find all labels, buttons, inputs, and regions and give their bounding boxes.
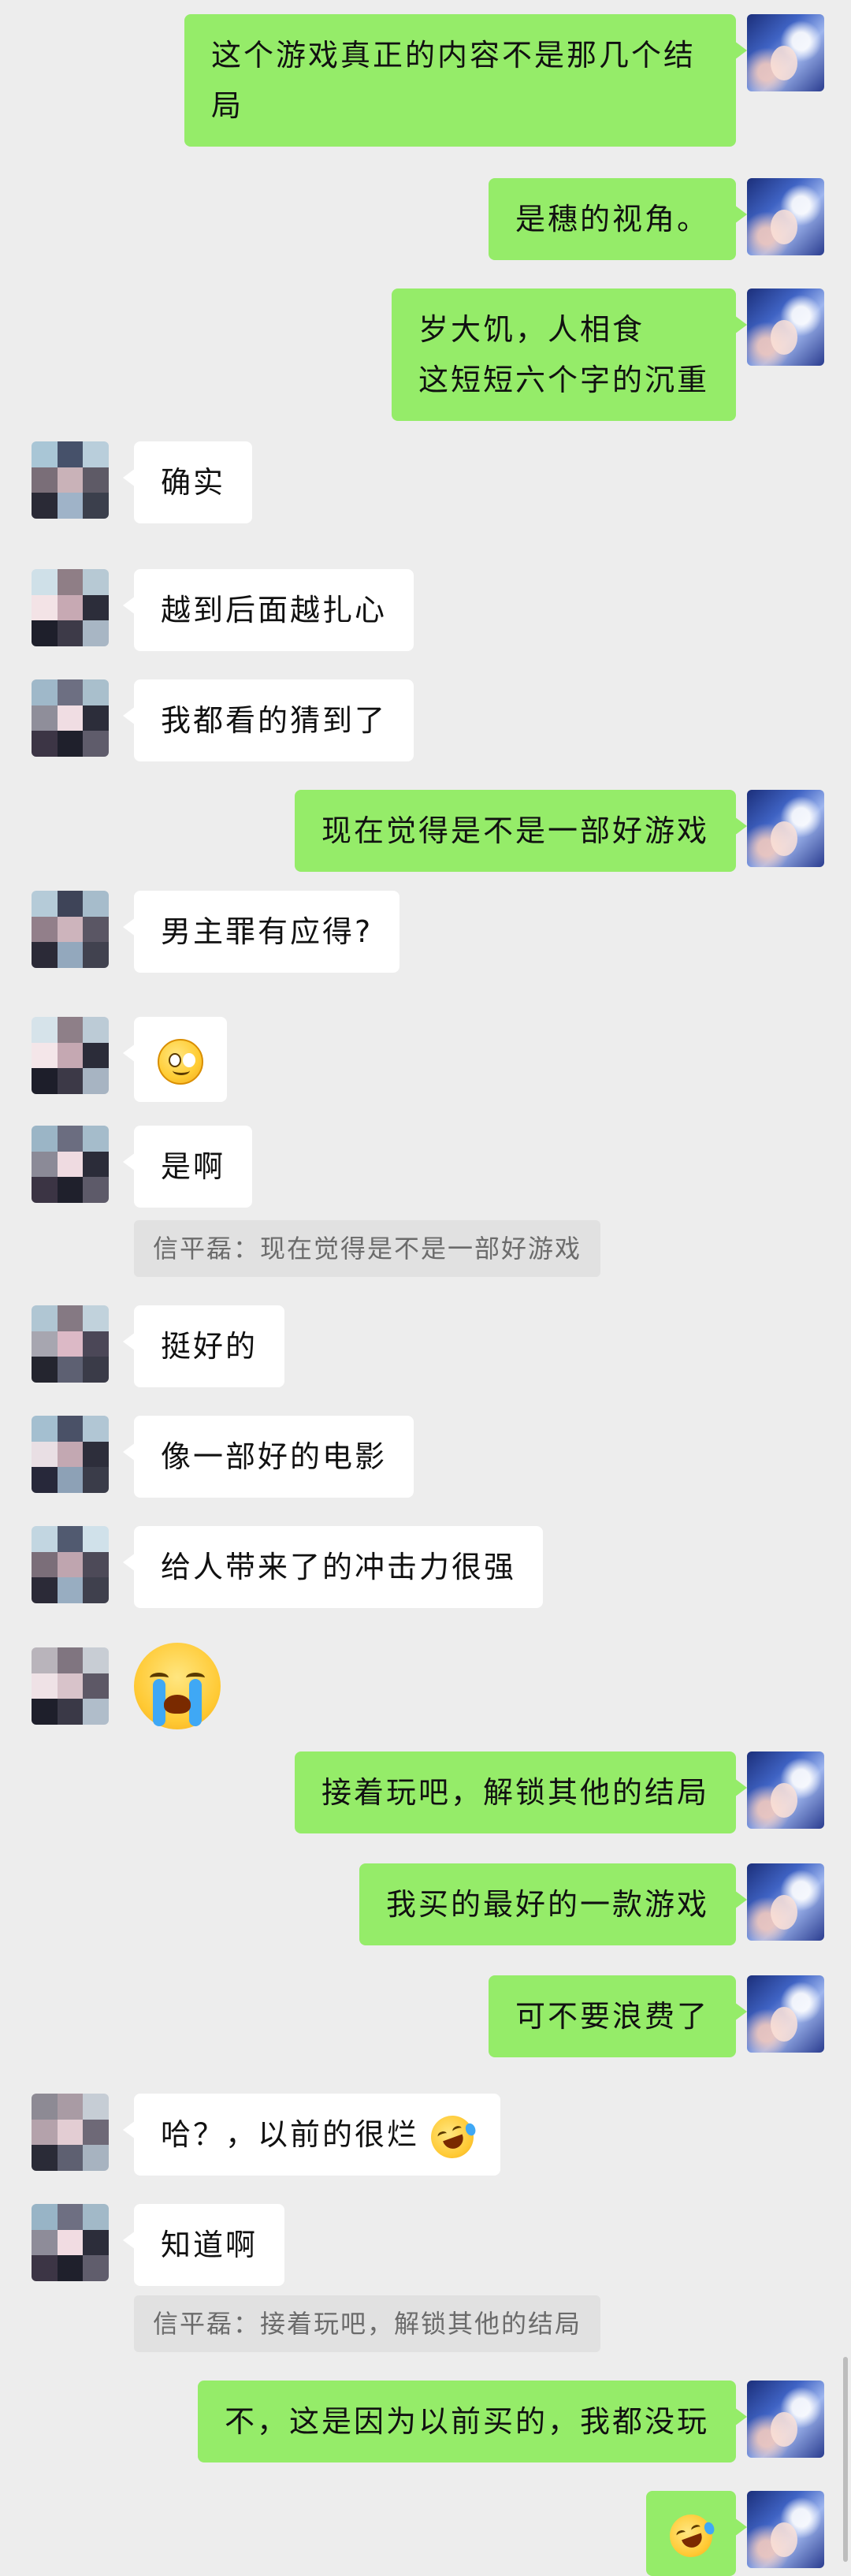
message-bubble-contact[interactable]: 给人带来了的冲击力很强 — [122, 1526, 544, 1608]
contact-avatar[interactable] — [32, 2094, 109, 2171]
contact-avatar[interactable] — [32, 1647, 109, 1725]
own-avatar[interactable] — [747, 1863, 824, 1941]
message-text: 给人带来了的冲击力很强 — [161, 1550, 517, 1584]
message-text: 这个游戏真正的内容不是那几个结局 — [211, 38, 697, 123]
own-avatar[interactable] — [747, 2491, 824, 2568]
message-bubble-contact[interactable]: 知道啊 — [122, 2204, 285, 2286]
quoted-message[interactable]: 信平磊：现在觉得是不是一部好游戏 — [134, 1220, 601, 1277]
message-text: 是穗的视角。 — [515, 202, 709, 236]
message-bubble-contact[interactable]: 是啊 — [122, 1126, 253, 1208]
message-bubble-own[interactable]: 可不要浪费了 — [488, 1975, 748, 2057]
message-bubble-contact[interactable]: 男主罪有应得? — [122, 891, 400, 973]
message-text: 挺好的 — [161, 1329, 258, 1364]
message-text-line: 岁大饥，人相食 — [418, 312, 645, 347]
own-avatar[interactable] — [747, 178, 824, 255]
own-avatar[interactable] — [747, 2381, 824, 2458]
laugh-cry-emoji-icon — [663, 2507, 719, 2563]
contact-avatar[interactable] — [32, 1416, 109, 1493]
message-text: 像一部好的电影 — [161, 1439, 388, 1474]
crying-emoji-icon — [134, 1643, 221, 1729]
message-bubble-own[interactable]: 我买的最好的一款游戏 — [359, 1863, 748, 1945]
message-bubble-own[interactable]: 现在觉得是不是一部好游戏 — [294, 790, 748, 872]
message-bubble-own[interactable] — [646, 2491, 747, 2576]
message-text: 哈？，以前的很烂 — [161, 2117, 420, 2152]
message-text-line: 这短短六个字的沉重 — [418, 363, 709, 397]
message-text: 接着玩吧，解锁其他的结局 — [321, 1775, 709, 1810]
message-text: 不，这是因为以前买的，我都没玩 — [224, 2404, 709, 2439]
quoted-message[interactable]: 信平磊：接着玩吧，解锁其他的结局 — [134, 2295, 601, 2352]
message-bubble-contact[interactable] — [123, 1017, 227, 1102]
message-bubble-own[interactable]: 接着玩吧，解锁其他的结局 — [294, 1751, 748, 1833]
message-text: 我都看的猜到了 — [161, 703, 388, 738]
quoted-text: 信平磊：现在觉得是不是一部好游戏 — [153, 1234, 582, 1264]
message-bubble-own[interactable]: 岁大饥，人相食 这短短六个字的沉重 — [391, 288, 748, 421]
contact-avatar[interactable] — [32, 1526, 109, 1603]
message-bubble-contact[interactable]: 像一部好的电影 — [122, 1416, 414, 1498]
message-bubble-contact[interactable]: 越到后面越扎心 — [122, 569, 414, 651]
own-avatar[interactable] — [747, 790, 824, 867]
own-avatar[interactable] — [747, 288, 824, 366]
own-avatar[interactable] — [747, 1975, 824, 2053]
message-text: 确实 — [161, 465, 226, 500]
message-bubble-contact[interactable]: 确实 — [122, 441, 253, 523]
contact-avatar[interactable] — [32, 891, 109, 968]
quoted-text: 信平磊：接着玩吧，解锁其他的结局 — [153, 2309, 582, 2339]
message-text: 现在觉得是不是一部好游戏 — [321, 813, 709, 848]
contact-avatar[interactable] — [32, 1017, 109, 1094]
contact-avatar[interactable] — [32, 2204, 109, 2281]
smile-emoji-icon — [158, 1038, 203, 1085]
contact-avatar[interactable] — [32, 1305, 109, 1383]
message-bubble-contact[interactable]: 我都看的猜到了 — [122, 679, 414, 761]
message-text: 越到后面越扎心 — [161, 593, 388, 627]
message-text: 男主罪有应得? — [161, 914, 373, 949]
scrollbar[interactable] — [843, 2357, 848, 2562]
message-bubble-contact[interactable]: 哈？，以前的很烂 — [122, 2094, 501, 2176]
message-text: 可不要浪费了 — [515, 1999, 709, 2034]
message-text: 我买的最好的一款游戏 — [385, 1887, 709, 1922]
contact-avatar[interactable] — [32, 569, 109, 646]
message-bubble-own[interactable]: 这个游戏真正的内容不是那几个结局 — [184, 14, 747, 147]
chat-message-list[interactable]: 这个游戏真正的内容不是那几个结局 是穗的视角。 岁大饥，人相食 这短短六个字的沉… — [0, 0, 851, 2576]
contact-avatar[interactable] — [32, 1126, 109, 1203]
own-avatar[interactable] — [747, 14, 824, 91]
sticker-message[interactable] — [134, 1643, 221, 1729]
message-bubble-own[interactable]: 是穗的视角。 — [488, 178, 748, 260]
laugh-cry-emoji-icon — [425, 2109, 480, 2165]
own-avatar[interactable] — [747, 1751, 824, 1829]
message-text: 是啊 — [161, 1149, 226, 1184]
contact-avatar[interactable] — [32, 679, 109, 757]
contact-avatar[interactable] — [32, 441, 109, 519]
message-text: 知道啊 — [161, 2228, 258, 2262]
message-bubble-own[interactable]: 不，这是因为以前买的，我都没玩 — [197, 2381, 748, 2462]
message-bubble-contact[interactable]: 挺好的 — [122, 1305, 285, 1387]
